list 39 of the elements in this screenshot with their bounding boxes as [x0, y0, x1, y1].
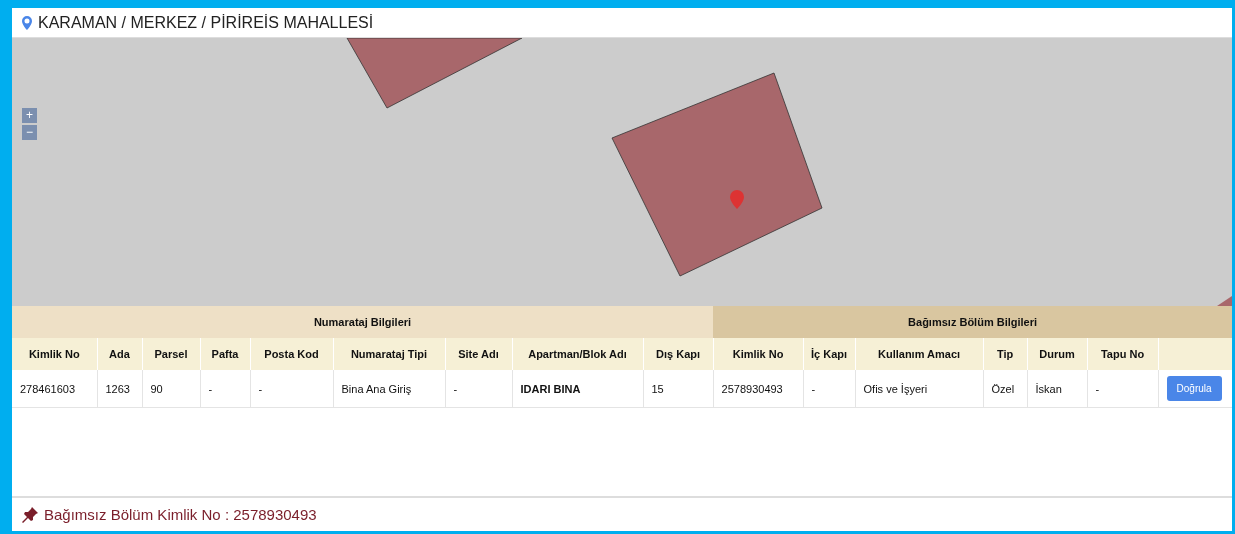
table-cell: 1263 [97, 370, 142, 408]
table-cell: - [445, 370, 512, 408]
pushpin-icon [22, 506, 38, 523]
column-header: Site Adı [445, 338, 512, 370]
column-header: Durum [1027, 338, 1088, 370]
zoom-in-button[interactable]: + [22, 108, 37, 123]
column-header: Posta Kod [250, 338, 333, 370]
column-header: Kimlik No [713, 338, 804, 370]
table-cell: - [250, 370, 333, 408]
column-header: Kimlik No [12, 338, 97, 370]
group-header: Bağımsız Bölüm Bilgileri [713, 306, 1232, 338]
location-pin-icon [22, 15, 32, 30]
table-cell: Özel [983, 370, 1028, 408]
column-header: Dış Kapı [643, 338, 714, 370]
column-header: Tip [983, 338, 1028, 370]
column-header: Parsel [142, 338, 200, 370]
column-header: İç Kapı [803, 338, 856, 370]
footer-text: Bağımsız Bölüm Kimlik No : 2578930493 [44, 506, 317, 523]
column-header: Apartman/Blok Adı [512, 338, 643, 370]
table-cell: İskan [1027, 370, 1088, 408]
table-cell: - [200, 370, 250, 408]
location-title: KARAMAN / MERKEZ / PİRİREİS MAHALLESİ [38, 13, 374, 32]
table-cell: Ofis ve İşyeri [855, 370, 984, 408]
column-header: Ada [97, 338, 142, 370]
table-cell: Bina Ana Giriş [333, 370, 445, 408]
table-cell: 90 [142, 370, 200, 408]
zoom-out-button[interactable]: − [22, 125, 37, 140]
column-header: Pafta [200, 338, 250, 370]
table-cell: 278461603 [12, 370, 97, 408]
table-cell: - [1087, 370, 1159, 408]
table-cell: - [803, 370, 856, 408]
table-cell: 15 [643, 370, 714, 408]
group-header: Numarataj Bilgileri [12, 306, 714, 338]
column-header: Kullanım Amacı [855, 338, 984, 370]
verify-button[interactable]: Doğrula [1166, 376, 1222, 401]
column-header: Numarataj Tipi [333, 338, 445, 370]
column-header: Tapu No [1087, 338, 1159, 370]
table-cell: 2578930493 [713, 370, 804, 408]
table-cell: IDARI BINA [512, 370, 643, 408]
